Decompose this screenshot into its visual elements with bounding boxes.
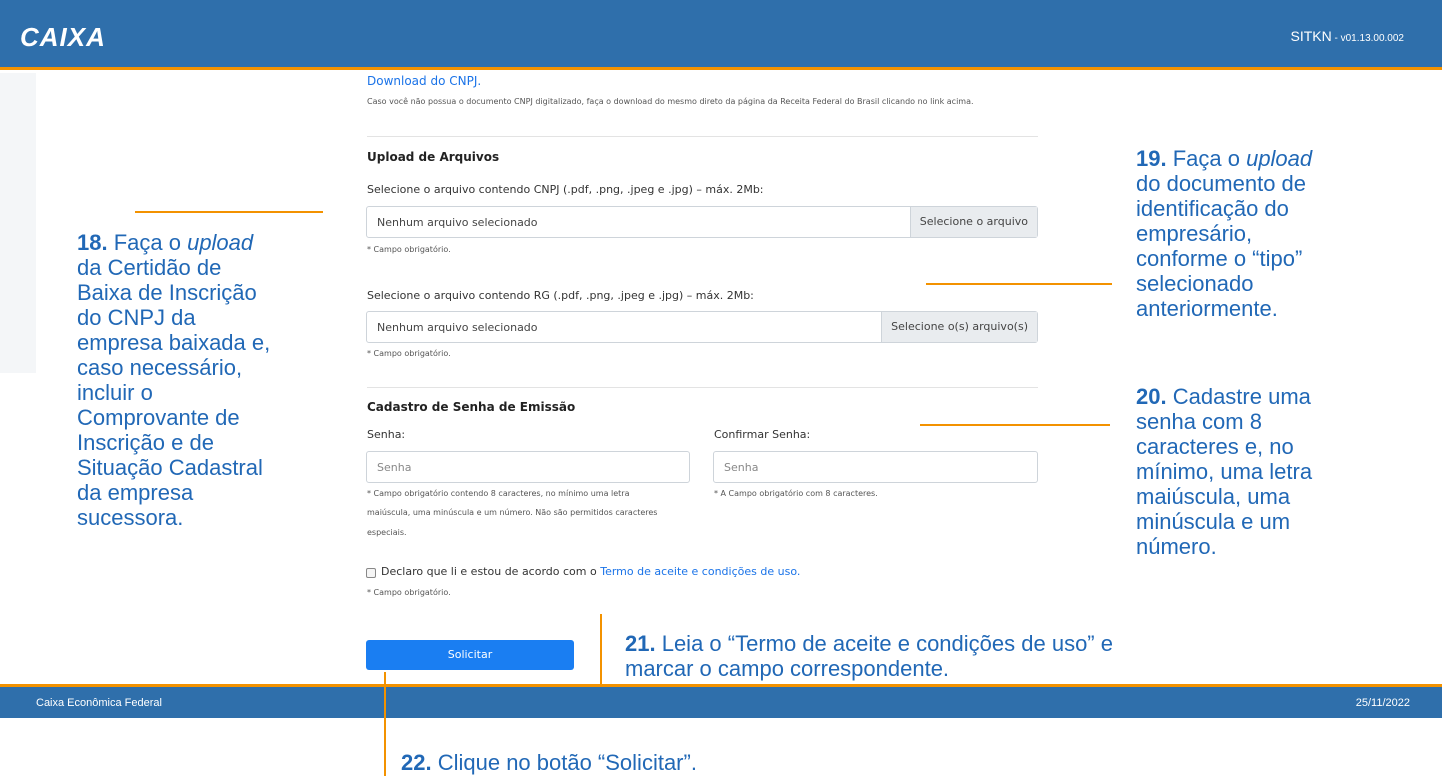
annotation-18-line: Situação Cadastral	[77, 455, 263, 480]
cnpj-required-hint: * Campo obrigatório.	[367, 245, 451, 254]
annotation-22-text: Clique no botão “Solicitar”.	[431, 750, 697, 775]
annotation-18-line: Baixa de Inscrição	[77, 280, 257, 305]
terms-checkbox[interactable]	[366, 568, 376, 578]
side-panel	[0, 73, 36, 373]
annotation-line-19	[926, 283, 1112, 285]
annotation-18-number: 18.	[77, 230, 108, 255]
annotation-19-line: identificação do	[1136, 196, 1289, 221]
cnpj-file-label: Selecione o arquivo contendo CNPJ (.pdf,…	[367, 183, 764, 196]
annotation-20-line: mínimo, uma letra	[1136, 459, 1313, 484]
annotation-18-line: Comprovante de	[77, 405, 240, 430]
annotation-19-line: anteriormente.	[1136, 296, 1278, 321]
annotation-19-line: empresário,	[1136, 221, 1253, 246]
solicitar-button[interactable]: Solicitar	[366, 640, 574, 670]
annotation-line-18	[135, 211, 323, 213]
annotation-18-line: empresa baixada e,	[77, 330, 271, 355]
annotation-20-text: Cadastre uma	[1166, 384, 1311, 409]
annotation-19: 19. Faça o upload do documento de identi…	[1136, 146, 1312, 321]
annotation-18-line: sucessora.	[77, 505, 184, 530]
annotation-20-number: 20.	[1136, 384, 1167, 409]
annotation-line-21	[600, 614, 602, 686]
annotation-20: 20. Cadastre uma senha com 8 caracteres …	[1136, 384, 1312, 559]
senha-input[interactable]: Senha	[366, 451, 690, 483]
annotation-18-line: da Certidão de	[77, 255, 222, 280]
annotation-line-20	[920, 424, 1110, 426]
annotation-21-text: Leia o “Termo de aceite e condições de u…	[655, 631, 1113, 656]
annotation-22-number: 22.	[401, 750, 432, 775]
confirm-senha-label: Confirmar Senha:	[714, 428, 811, 441]
app-footer: Caixa Econômica Federal 25/11/2022	[0, 684, 1442, 718]
rg-required-hint: * Campo obrigatório.	[367, 349, 451, 358]
divider	[367, 136, 1038, 137]
footer-company: Caixa Econômica Federal	[36, 697, 162, 709]
annotation-19-line: do documento de	[1136, 171, 1307, 196]
footer-date: 25/11/2022	[1355, 697, 1410, 709]
download-note: Caso você não possua o documento CNPJ di…	[367, 97, 974, 106]
rg-file-value: Nenhum arquivo selecionado	[377, 321, 538, 334]
annotation-18: 18. Faça o upload da Certidão de Baixa d…	[77, 230, 270, 530]
terms-text: Declaro que li e estou de acordo com o T…	[381, 565, 800, 578]
download-cnpj-link[interactable]: Download do CNPJ.	[367, 74, 481, 88]
annotation-20-line: maiúscula, uma	[1136, 484, 1291, 509]
senha-help-3: especiais.	[367, 528, 407, 537]
rg-file-input[interactable]: Nenhum arquivo selecionado Selecione o(s…	[366, 311, 1038, 343]
annotation-18-line: da empresa	[77, 480, 194, 505]
annotation-21-number: 21.	[625, 631, 656, 656]
terms-label: Declaro que li e estou de acordo com o	[381, 565, 601, 578]
annotation-19-text: Faça o	[1166, 146, 1247, 171]
annotation-20-line: número.	[1136, 534, 1217, 559]
upload-section-title: Upload de Arquivos	[367, 150, 500, 164]
annotation-21-line: marcar o campo correspondente.	[625, 656, 950, 681]
cnpj-browse-button[interactable]: Selecione o arquivo	[909, 207, 1037, 237]
version-number: - v01.13.00.002	[1331, 33, 1404, 44]
terms-required-hint: * Campo obrigatório.	[367, 588, 451, 597]
cnpj-file-input[interactable]: Nenhum arquivo selecionado Selecione o a…	[366, 206, 1038, 238]
annotation-20-line: minúscula e um	[1136, 509, 1291, 534]
cnpj-file-value: Nenhum arquivo selecionado	[377, 216, 538, 229]
senha-label: Senha:	[367, 428, 406, 441]
annotation-19-line: selecionado	[1136, 271, 1254, 296]
annotation-line-22	[384, 672, 386, 776]
confirm-senha-help: * A Campo obrigatório com 8 caracteres.	[714, 489, 878, 498]
system-version: SITKN - v01.13.00.002	[1290, 28, 1404, 44]
annotation-20-line: senha com 8	[1136, 409, 1262, 434]
annotation-18-text: Faça o	[107, 230, 188, 255]
annotation-18-line: caso necessário,	[77, 355, 243, 380]
caixa-logo[interactable]: CAIXA	[20, 22, 106, 53]
terms-link[interactable]: Termo de aceite e condições de uso.	[600, 565, 800, 578]
senha-help-2: maiúscula, uma minúscula e um número. Nã…	[367, 508, 658, 517]
annotation-19-italic: upload	[1246, 146, 1313, 171]
annotation-18-italic: upload	[187, 230, 254, 255]
annotation-21: 21. Leia o “Termo de aceite e condições …	[625, 631, 1113, 681]
senha-help-1: * Campo obrigatório contendo 8 caractere…	[367, 489, 630, 498]
annotation-19-line: conforme o “tipo”	[1136, 246, 1303, 271]
divider	[367, 387, 1038, 388]
rg-browse-button[interactable]: Selecione o(s) arquivo(s)	[881, 312, 1037, 342]
system-name: SITKN	[1290, 28, 1332, 44]
annotation-18-line: incluir o	[77, 380, 153, 405]
confirm-senha-input[interactable]: Senha	[713, 451, 1038, 483]
annotation-20-line: caracteres e, no	[1136, 434, 1294, 459]
annotation-18-line: do CNPJ da	[77, 305, 196, 330]
annotation-19-number: 19.	[1136, 146, 1167, 171]
annotation-18-line: Inscrição e de	[77, 430, 214, 455]
annotation-22: 22. Clique no botão “Solicitar”.	[401, 750, 697, 775]
app-header: CAIXA SITKN - v01.13.00.002	[0, 0, 1442, 70]
password-section-title: Cadastro de Senha de Emissão	[367, 400, 576, 414]
rg-file-label: Selecione o arquivo contendo RG (.pdf, .…	[367, 289, 754, 302]
